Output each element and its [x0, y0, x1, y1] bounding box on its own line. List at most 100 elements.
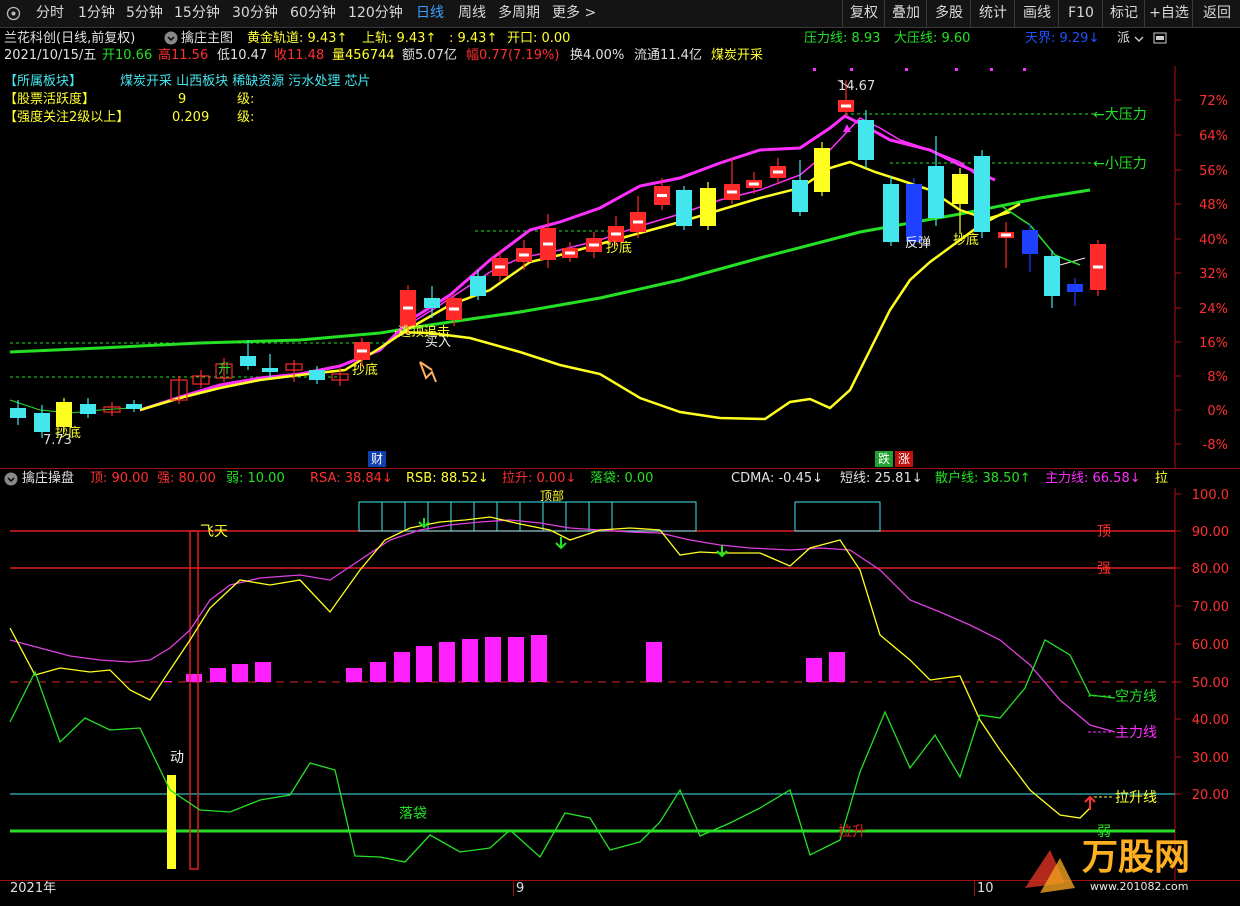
- quote-open: 开10.66: [102, 48, 153, 63]
- bottom-label-4: 抄底: [953, 232, 979, 248]
- period-tab-4[interactable]: 30分钟: [232, 0, 278, 27]
- toolbar-button-5[interactable]: F10: [1058, 0, 1103, 27]
- sub-weak-value: 弱: 10.00: [226, 471, 285, 486]
- sub-y-tick-label: 50.00: [1192, 676, 1229, 691]
- period-tab-3[interactable]: 15分钟: [174, 0, 220, 27]
- main-y-tick-label: 0%: [1207, 404, 1228, 419]
- period-tab-7[interactable]: 日线: [416, 0, 444, 27]
- settings-gear-icon[interactable]: [6, 6, 21, 21]
- main-force-line: [9, 519, 1116, 733]
- sub-y-tick-label: 30.00: [1192, 751, 1229, 766]
- stock-title: 兰花科创(日线,前复权): [4, 31, 136, 46]
- signal-bar: [462, 639, 478, 682]
- move-label: 动: [170, 750, 184, 766]
- signal-bar: [346, 668, 362, 682]
- candle-body: [262, 368, 278, 372]
- expand-icon[interactable]: [1133, 33, 1145, 45]
- candle-stripe: [773, 170, 783, 174]
- big-pressure-value: 大压线: 9.60: [894, 31, 971, 46]
- main-candlestick-chart[interactable]: 72%64%56%48%40%32%24%16%8%0%-8% 14.67 7.…: [0, 66, 1240, 468]
- time-label-oct: 10: [977, 881, 994, 896]
- main-y-tick-label: 64%: [1199, 129, 1228, 144]
- pressure-value: 压力线: 8.93: [804, 31, 881, 46]
- main-y-tick-label: 48%: [1199, 198, 1228, 213]
- minimize-icon[interactable]: [1153, 32, 1167, 44]
- toolbar-button-7[interactable]: +自选: [1144, 0, 1193, 27]
- signal-bar: [210, 668, 226, 682]
- signal-dot: [850, 68, 853, 71]
- toolbar-button-1[interactable]: 叠加: [884, 0, 927, 27]
- lift-line-label: 拉升线: [1115, 790, 1157, 806]
- sub-y-tick-label: 70.00: [1192, 600, 1229, 615]
- pane-divider[interactable]: [0, 468, 1240, 469]
- candle-body: [1044, 256, 1060, 296]
- period-tab-8[interactable]: 周线: [458, 0, 486, 27]
- period-tab-10[interactable]: 更多 >: [552, 0, 596, 27]
- sub-indicator-dropdown-icon[interactable]: [4, 472, 18, 486]
- period-tab-6[interactable]: 120分钟: [348, 0, 403, 27]
- candle-body: [56, 402, 72, 427]
- toolbar-button-6[interactable]: 标记: [1102, 0, 1145, 27]
- sub-y-tick-label: 20.00: [1192, 788, 1229, 803]
- period-tab-1[interactable]: 1分钟: [78, 0, 115, 27]
- candle-body: [1022, 230, 1038, 254]
- sub-y-tick-label: 40.00: [1192, 713, 1229, 728]
- sub-strong-value: 强: 80.00: [157, 471, 216, 486]
- sub-y-tick-label: 60.00: [1192, 638, 1229, 653]
- signal-dot: [1023, 68, 1026, 71]
- open-value: 开口: 0.00: [507, 31, 571, 46]
- top-line-label: 顶: [1097, 524, 1111, 540]
- candle-stripe: [565, 251, 575, 255]
- indicator-name[interactable]: 擒庄主图: [181, 31, 233, 47]
- short-value: 短线: 25.81↓: [840, 471, 923, 486]
- candle-body: [34, 413, 50, 432]
- toolbar-button-2[interactable]: 多股: [926, 0, 971, 27]
- indicator-dropdown-icon[interactable]: [164, 31, 178, 45]
- small-pressure-label: ←小压力: [1093, 156, 1147, 172]
- candle-body: [814, 148, 830, 192]
- candle-stripe: [657, 194, 667, 197]
- signal-bar: [394, 652, 410, 682]
- down-arrow-icon-2: [555, 537, 567, 550]
- high-price-label: 14.67: [838, 79, 875, 94]
- quote-volume: 量456744: [332, 48, 395, 63]
- candle-body: [792, 180, 808, 212]
- time-label-year: 2021年: [10, 881, 57, 896]
- top-zone-label: 顶部: [540, 488, 564, 503]
- quote-range: 幅0.77(7.19%): [466, 48, 560, 63]
- strong-line-label: 强: [1097, 561, 1111, 577]
- bottom-label-2: 抄底: [352, 362, 378, 378]
- sub-y-tick-label: 90.00: [1192, 525, 1229, 540]
- toolbar-button-3[interactable]: 统计: [970, 0, 1015, 27]
- signal-bar: [646, 642, 662, 682]
- sub-y-tick-label: 100.0: [1192, 488, 1229, 503]
- golden-rail-value: 黄金轨道: 9.43↑: [247, 31, 348, 46]
- sub-indicator-name[interactable]: 擒庄操盘: [22, 471, 74, 487]
- bottom-label-1: 抄底: [55, 425, 81, 441]
- main-y-tick-label: 24%: [1199, 302, 1228, 317]
- period-tab-9[interactable]: 多周期: [498, 0, 540, 27]
- retail-line: [9, 516, 1091, 819]
- candle-stripe: [749, 182, 759, 186]
- candle-body: [470, 276, 486, 296]
- main-y-tick-label: 40%: [1199, 233, 1228, 248]
- signal-dot: [955, 68, 958, 71]
- lift-value: 拉升: 0.00↓: [502, 471, 577, 486]
- main-y-tick-label: 72%: [1199, 94, 1228, 109]
- signal-bar: [508, 637, 524, 682]
- toolbar-button-0[interactable]: 复权: [842, 0, 885, 27]
- rsa-value: RSA: 38.84↓: [310, 471, 393, 486]
- period-tab-0[interactable]: 分时: [36, 0, 64, 27]
- fly-marker-box: [189, 530, 199, 870]
- period-tab-5[interactable]: 60分钟: [290, 0, 336, 27]
- candle-stripe: [519, 253, 529, 257]
- collapse-label[interactable]: 派: [1117, 31, 1130, 47]
- toolbar-button-8[interactable]: 返回: [1192, 0, 1240, 27]
- sub-indicator-chart[interactable]: 100.0 90.00 80.00 70.00 60.00 50.00 40.00 30.00…: [0, 488, 1240, 880]
- signal-bar: [829, 652, 845, 682]
- candle-stripe: [357, 349, 367, 353]
- rsb-value: RSB: 88.52↓: [406, 471, 489, 486]
- toolbar-button-4[interactable]: 画线: [1014, 0, 1059, 27]
- period-tab-2[interactable]: 5分钟: [126, 0, 163, 27]
- candle-stripe: [495, 265, 505, 269]
